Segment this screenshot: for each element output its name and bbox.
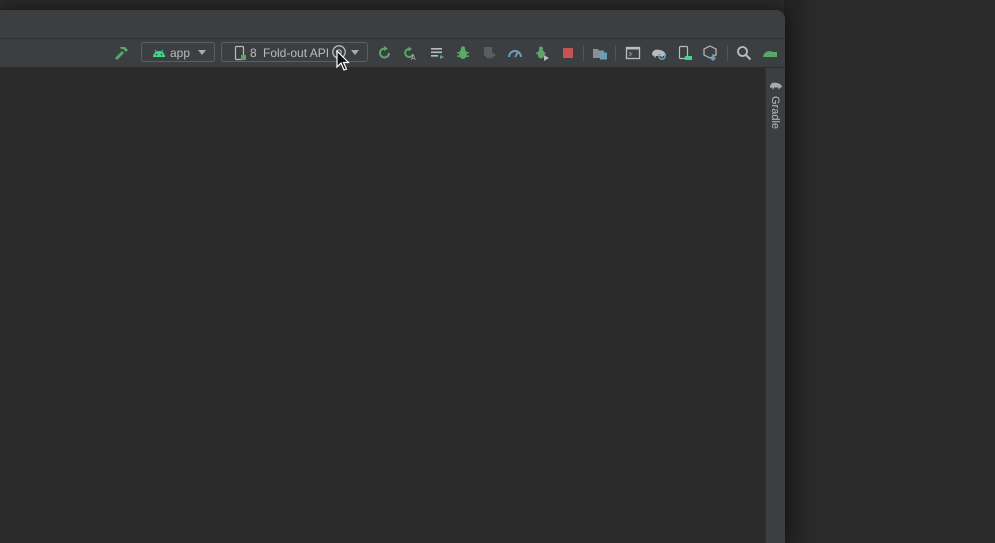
gradle-elephant-icon — [769, 78, 783, 90]
toolbar-separator — [727, 45, 728, 61]
chevron-down-icon — [198, 50, 206, 55]
desktop-background — [784, 0, 995, 543]
stop-icon[interactable] — [560, 45, 576, 61]
toolbar-separator — [615, 45, 616, 61]
run-configuration-label: app — [170, 46, 191, 60]
phone-icon — [232, 45, 248, 61]
coverage-icon[interactable] — [481, 45, 497, 61]
right-tool-window-bar: Gradle — [765, 68, 785, 543]
device-index: 8 — [250, 46, 257, 60]
main-toolbar: app 8 Fold-out API A — [0, 39, 785, 68]
device-label: Fold-out API — [263, 46, 330, 60]
android-icon — [151, 45, 167, 61]
ide-window: app 8 Fold-out API A Gradle — [0, 10, 785, 543]
apply-changes-icon[interactable]: A — [402, 45, 418, 61]
sdk-manager-icon[interactable] — [703, 45, 719, 61]
debug-icon[interactable] — [455, 45, 471, 61]
sync-gradle-icon[interactable] — [651, 45, 667, 61]
avd-manager-icon[interactable] — [677, 45, 693, 61]
search-icon[interactable] — [736, 45, 752, 61]
chevron-down-icon — [351, 50, 359, 55]
editor-area[interactable] — [0, 68, 765, 543]
toolbar-separator — [583, 45, 584, 61]
gradle-tool-window-tab[interactable]: Gradle — [766, 68, 785, 140]
hammer-icon[interactable] — [113, 45, 129, 61]
project-structure-icon[interactable] — [592, 45, 608, 61]
terminal-icon[interactable] — [625, 45, 641, 61]
rerun-icon[interactable] — [377, 45, 393, 61]
svg-text:A: A — [411, 55, 416, 61]
mouse-cursor-icon — [336, 49, 350, 72]
window-title-bar — [0, 10, 785, 39]
run-configuration-select[interactable]: app — [141, 42, 215, 62]
apply-code-icon[interactable] — [429, 45, 445, 61]
gradle-tab-label: Gradle — [769, 96, 781, 130]
profile-icon[interactable] — [507, 45, 523, 61]
attach-debugger-icon[interactable] — [534, 45, 550, 61]
gradle-elephant-icon[interactable] — [762, 45, 778, 61]
